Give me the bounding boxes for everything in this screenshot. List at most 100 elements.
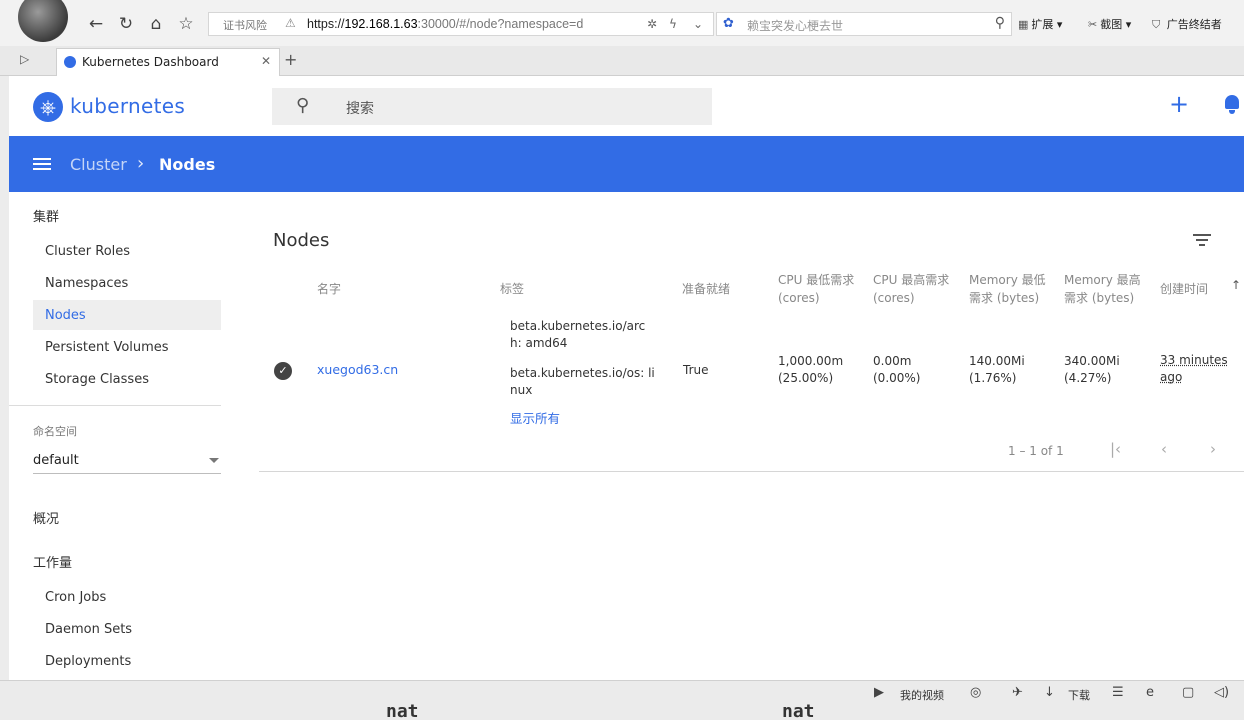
back-arrow-icon[interactable]: ← — [84, 12, 108, 36]
window-icon[interactable]: ▢ — [1182, 685, 1194, 700]
cpu-lim-amount: 0.00m — [873, 354, 912, 368]
url-text[interactable]: https://192.168.1.63:30000/#/node?namesp… — [307, 17, 583, 31]
extensions-menu[interactable]: ▦ 扩展 ▾ — [1018, 16, 1062, 32]
sidebar-heading-workloads[interactable]: 工作量 — [33, 552, 72, 571]
cpu-requests-value: 1,000.00m (25.00%) — [778, 353, 843, 387]
label-arch-line2: h: amd64 — [510, 336, 568, 350]
mem-req-header-line1: Memory 最低 — [969, 273, 1046, 287]
column-header-cpu-requests[interactable]: CPU 最低需求 (cores) — [778, 271, 854, 307]
kubernetes-logo-icon[interactable]: ⎈ — [33, 92, 63, 122]
notifications-bell-icon[interactable] — [1223, 95, 1241, 115]
pin-icon[interactable]: ✈ — [1012, 685, 1023, 700]
memory-requests-value: 140.00Mi (1.76%) — [969, 353, 1025, 387]
app-header: ⎈ kubernetes ⚲ 搜索 + — [9, 76, 1244, 136]
column-header-name[interactable]: 名字 — [317, 280, 341, 298]
show-all-labels-link[interactable]: 显示所有 — [510, 408, 560, 427]
column-header-cpu-limits[interactable]: CPU 最高需求 (cores) — [873, 271, 949, 307]
sort-arrow-icon[interactable]: ↑ — [1231, 278, 1241, 292]
breadcrumb-cluster[interactable]: Cluster — [70, 155, 127, 174]
sidebar-item-deployments[interactable]: Deployments — [45, 654, 131, 669]
star-icon[interactable]: ☆ — [174, 12, 198, 36]
sidebar-item-namespaces[interactable]: Namespaces — [45, 276, 128, 291]
download-icon[interactable]: ↓ — [1044, 685, 1055, 700]
sidebar-heading-overview[interactable]: 概况 — [33, 508, 59, 527]
mem-lim-header-line1: Memory 最高 — [1064, 273, 1141, 287]
dropdown-arrow-icon — [209, 458, 219, 463]
label-arch-line1: beta.kubernetes.io/arc — [510, 319, 646, 333]
scissors-icon: ✂ — [1088, 18, 1098, 31]
status-check-icon: ✓ — [274, 362, 292, 380]
extensions-label: 扩展 — [1031, 18, 1054, 31]
new-tab-button[interactable]: + — [284, 50, 297, 69]
close-icon[interactable]: ✕ — [261, 54, 271, 68]
sidebar-toggle-icon[interactable]: ▷ — [20, 52, 29, 66]
tab-kubernetes-dashboard[interactable]: Kubernetes Dashboard ✕ — [56, 48, 280, 76]
sidebar-heading-cluster[interactable]: 集群 — [33, 206, 59, 225]
sidebar-item-daemon-sets[interactable]: Daemon Sets — [45, 622, 132, 637]
home-icon[interactable]: ⌂ — [144, 12, 168, 36]
search-icon: ⚲ — [296, 95, 310, 116]
extension-icon[interactable]: ✲ — [647, 17, 657, 31]
download-label[interactable]: 下载 — [1068, 687, 1090, 703]
url-scheme: https:// — [307, 17, 345, 31]
ie-icon[interactable]: e — [1146, 685, 1154, 700]
cpu-req-amount: 1,000.00m — [778, 354, 844, 368]
tab-title: Kubernetes Dashboard — [82, 55, 219, 69]
first-page-icon[interactable]: |‹ — [1110, 440, 1121, 458]
cpu-req-header-line1: CPU 最低需求 — [778, 273, 855, 287]
volume-icon[interactable]: ◁) — [1214, 685, 1229, 700]
hamburger-menu-icon[interactable] — [33, 158, 51, 170]
adblock-button[interactable]: ⛉ 广告终结者 — [1152, 16, 1222, 32]
cert-warning[interactable]: 证书风险 — [223, 17, 267, 33]
sidebar-item-cron-jobs[interactable]: Cron Jobs — [45, 590, 106, 605]
app-search-placeholder: 搜索 — [346, 101, 374, 117]
background-text-left: nat — [386, 701, 419, 720]
column-header-memory-limits[interactable]: Memory 最高 需求 (bytes) — [1064, 271, 1141, 307]
next-page-icon[interactable]: › — [1210, 440, 1216, 458]
column-header-memory-requests[interactable]: Memory 最低 需求 (bytes) — [969, 271, 1046, 307]
video-icon[interactable]: ▶ — [874, 685, 884, 700]
app-search-input[interactable]: ⚲ 搜索 — [272, 88, 712, 125]
sidebar-item-storage-classes[interactable]: Storage Classes — [45, 372, 149, 387]
browser-search-box[interactable]: ✿ 赖宝突发心梗去世 ⚲ — [716, 12, 1012, 36]
previous-page-icon[interactable]: ‹ — [1161, 440, 1167, 458]
nodes-card: Nodes 名字 标签 准备就绪 CPU 最低需求 (cores) CPU 最高需… — [255, 192, 1244, 680]
namespace-select[interactable]: default — [33, 446, 221, 474]
search-engine-icon[interactable]: ✿ — [723, 16, 734, 31]
search-icon[interactable]: ⚲ — [995, 15, 1005, 31]
column-header-created[interactable]: 创建时间 — [1160, 280, 1208, 298]
reload-icon[interactable]: ↻ — [114, 12, 138, 36]
cpu-req-header-line2: (cores) — [778, 291, 820, 305]
sidebar-divider — [9, 405, 221, 406]
accelerator-icon[interactable]: ◎ — [970, 685, 981, 700]
card-bottom-border — [259, 471, 1244, 472]
label-os-line1: beta.kubernetes.io/os: li — [510, 366, 655, 380]
address-bar[interactable]: 证书风险 ⚠ https://192.168.1.63:30000/#/node… — [208, 12, 714, 36]
filter-icon[interactable] — [1193, 234, 1211, 246]
sidebar-item-persistent-volumes[interactable]: Persistent Volumes — [45, 340, 169, 355]
brand-name[interactable]: kubernetes — [70, 94, 185, 118]
mem-lim-amount: 340.00Mi — [1064, 354, 1120, 368]
adblock-label: 广告终结者 — [1166, 18, 1222, 31]
browser-status-bar: ▶ 我的视频 ◎ ✈ ↓ 下载 ☰ e ▢ ◁) nat nat — [0, 680, 1244, 720]
speed-icon[interactable]: ☰ — [1112, 685, 1124, 700]
cpu-lim-header-line1: CPU 最高需求 — [873, 273, 950, 287]
mem-req-amount: 140.00Mi — [969, 354, 1025, 368]
my-videos-label[interactable]: 我的视频 — [900, 687, 944, 703]
kubernetes-favicon-icon — [64, 56, 76, 68]
grid-icon: ▦ — [1018, 18, 1029, 31]
create-plus-button[interactable]: + — [1169, 90, 1189, 118]
dropdown-chevron-icon[interactable]: ⌄ — [693, 17, 703, 31]
screenshot-menu[interactable]: ✂ 截图 ▾ — [1088, 16, 1131, 32]
node-name-link[interactable]: xuegod63.cn — [317, 362, 398, 377]
sidebar-item-cluster-roles[interactable]: Cluster Roles — [45, 244, 130, 259]
sidebar-item-nodes[interactable]: Nodes — [45, 308, 86, 323]
user-avatar[interactable] — [18, 0, 68, 42]
lightning-icon[interactable]: ϟ — [669, 17, 677, 31]
mem-lim-percent: (4.27%) — [1064, 371, 1112, 385]
screenshot-label: 截图 — [1100, 18, 1123, 31]
column-header-ready[interactable]: 准备就绪 — [682, 280, 730, 298]
insecure-lock-icon[interactable]: ⚠ — [285, 16, 296, 30]
mem-lim-header-line2: 需求 (bytes) — [1064, 291, 1135, 305]
cpu-req-percent: (25.00%) — [778, 371, 834, 385]
